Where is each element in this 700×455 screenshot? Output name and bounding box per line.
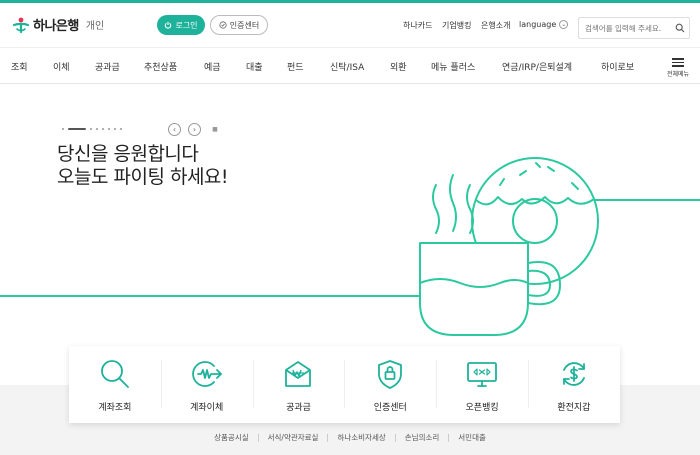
quick-item-utility-bills[interactable]: 공과금 bbox=[252, 346, 345, 423]
quick-label: 환전지갑 bbox=[557, 403, 591, 413]
footer-link-forms-terms[interactable]: 서식/약관자료실 bbox=[257, 434, 328, 442]
nav-item-loan[interactable]: 대출 bbox=[246, 60, 263, 73]
login-label: 로그인 bbox=[175, 20, 198, 30]
hana-logo-icon bbox=[12, 16, 30, 34]
nav-item-pension[interactable]: 연금/IRP/은퇴설계 bbox=[502, 60, 572, 73]
transfer-icon bbox=[191, 361, 222, 387]
shield-lock-icon bbox=[378, 360, 403, 389]
quick-label: 계좌조회 bbox=[98, 403, 132, 413]
language-selector[interactable]: language ⌄ bbox=[519, 20, 569, 29]
nav-item-trust-isa[interactable]: 신탁/ISA bbox=[330, 60, 364, 73]
hana-bank-home: 하나은행 개인 로그인 인증센터 하나카드 기업뱅킹 은행소개 language… bbox=[0, 0, 700, 455]
nav-item-fund[interactable]: 펀드 bbox=[287, 60, 304, 73]
quick-label: 계좌이체 bbox=[190, 403, 224, 413]
hamburger-icon bbox=[663, 58, 693, 67]
logo[interactable]: 하나은행 개인 bbox=[12, 15, 104, 34]
quick-item-account-inquiry[interactable]: 계좌조회 bbox=[69, 346, 161, 423]
dollar-cycle-icon bbox=[562, 362, 585, 386]
cert-icon bbox=[219, 21, 227, 29]
footer-link-consumer-world[interactable]: 하나소비자세상 bbox=[327, 434, 394, 442]
power-icon bbox=[165, 21, 172, 29]
quick-label: 오픈뱅킹 bbox=[465, 403, 499, 413]
logo-text: 하나은행 bbox=[33, 19, 79, 34]
quick-label: 공과금 bbox=[286, 403, 311, 413]
magnifier-icon bbox=[100, 360, 129, 388]
quick-label: 인증센터 bbox=[373, 403, 407, 413]
coffee-donut-illustration bbox=[0, 157, 700, 336]
quick-menu: 계좌조회 계좌이체 공과금 인증센터 오픈뱅킹 환전지갑 bbox=[69, 346, 620, 423]
nav-item-hirobo[interactable]: 하이로보 bbox=[601, 60, 634, 73]
all-menu-label: 전체메뉴 bbox=[666, 70, 690, 78]
footer-link-product-notice[interactable]: 상품공시실 bbox=[205, 434, 258, 442]
nav-item-forex[interactable]: 외환 bbox=[390, 60, 407, 73]
cert-center-button[interactable]: 인증센터 bbox=[210, 15, 268, 35]
logo-sub: 개인 bbox=[85, 21, 105, 32]
quick-item-open-banking[interactable]: 오픈뱅킹 bbox=[436, 346, 528, 423]
search-icon[interactable] bbox=[675, 23, 685, 33]
cert-label: 인증센터 bbox=[229, 20, 260, 30]
footer-link-microloan[interactable]: 서민대출 bbox=[448, 434, 495, 442]
login-button[interactable]: 로그인 bbox=[157, 15, 205, 35]
search-box bbox=[578, 17, 690, 39]
footer-link-customer-voice[interactable]: 손님의소리 bbox=[394, 434, 449, 442]
search-input[interactable] bbox=[585, 23, 677, 33]
language-label: language bbox=[519, 20, 557, 29]
util-link-hanacard[interactable]: 하나카드 bbox=[403, 20, 432, 31]
header: 하나은행 개인 로그인 인증센터 하나카드 기업뱅킹 은행소개 language… bbox=[0, 3, 700, 47]
util-link-about[interactable]: 은행소개 bbox=[481, 20, 510, 31]
nav-item-transfer[interactable]: 이체 bbox=[53, 60, 70, 73]
envelope-won-icon bbox=[285, 361, 312, 387]
chevron-down-icon: ⌄ bbox=[559, 20, 569, 29]
main-nav: 조회 이체 공과금 추천상품 예금 대출 펀드 신탁/ISA 외환 메뉴 플러스… bbox=[0, 47, 700, 84]
all-menu-button[interactable]: 전체메뉴 bbox=[663, 56, 693, 78]
quick-item-cert-center[interactable]: 인증센터 bbox=[344, 346, 436, 423]
hero-banner: ‹ › ■ 당신을 응원합니다 오늘도 파이팅 하세요! bbox=[0, 85, 700, 385]
monitor-exchange-icon bbox=[467, 362, 497, 387]
nav-item-recommended[interactable]: 추천상품 bbox=[144, 60, 177, 73]
nav-item-utility-bills[interactable]: 공과금 bbox=[95, 60, 120, 73]
util-link-corporate[interactable]: 기업뱅킹 bbox=[442, 20, 471, 31]
quick-item-fx-wallet[interactable]: 환전지갑 bbox=[527, 346, 620, 423]
nav-item-menu-plus[interactable]: 메뉴 플러스 bbox=[431, 60, 475, 73]
footer-links: 상품공시실 서식/약관자료실 하나소비자세상 손님의소리 서민대출 bbox=[0, 434, 700, 442]
quick-item-transfer[interactable]: 계좌이체 bbox=[160, 346, 253, 423]
nav-item-inquiry[interactable]: 조회 bbox=[11, 60, 28, 73]
nav-item-deposit[interactable]: 예금 bbox=[204, 60, 221, 73]
